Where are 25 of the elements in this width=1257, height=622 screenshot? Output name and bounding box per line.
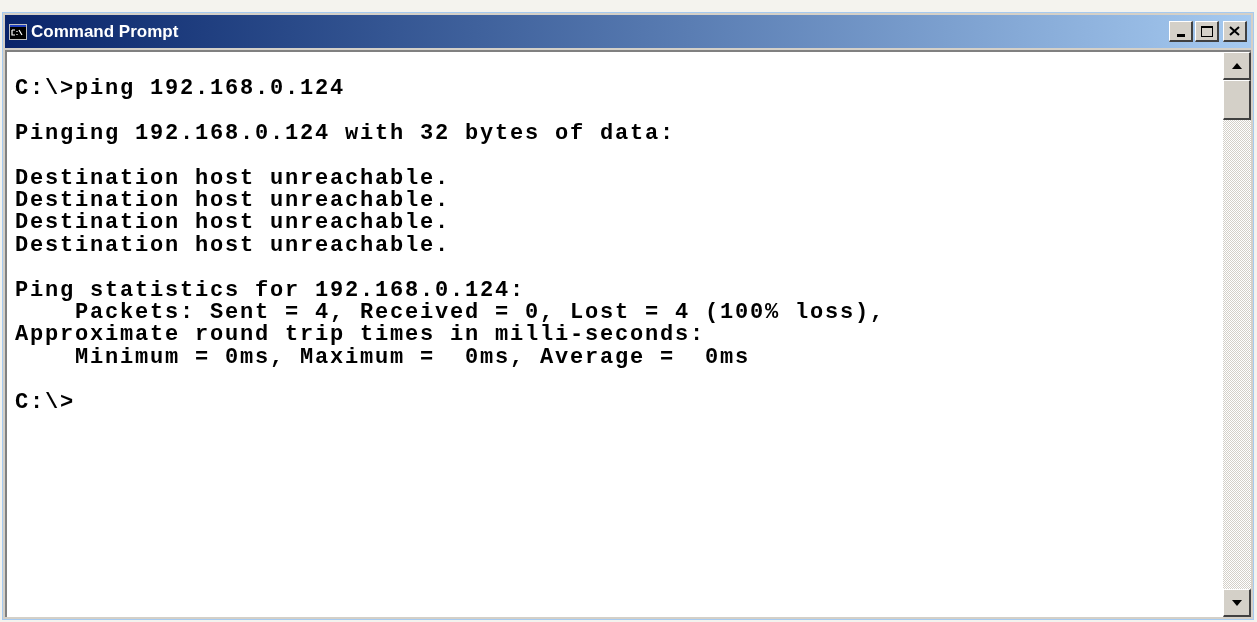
- maximize-button[interactable]: [1195, 21, 1219, 42]
- scrollbar-thumb[interactable]: [1223, 80, 1251, 120]
- console-line: Pinging 192.168.0.124 with 32 bytes of data:: [15, 122, 676, 146]
- close-icon: [1229, 26, 1240, 36]
- console-line: Packets: Sent = 4, Received = 0, Lost = 4 (100% loss),: [75, 302, 886, 325]
- window-title: Command Prompt: [31, 20, 179, 43]
- up-arrow-icon: [1231, 62, 1242, 69]
- minimize-button[interactable]: [1169, 21, 1193, 42]
- console-app-icon: [9, 23, 27, 40]
- close-button[interactable]: [1223, 21, 1247, 42]
- console-line: Minimum = 0ms, Maximum = 0ms, Average = 0ms: [75, 346, 751, 370]
- console-line: Destination host unreachable.: [15, 234, 451, 258]
- console-line: C:\>ping 192.168.0.124: [15, 78, 346, 101]
- scroll-up-button[interactable]: [1223, 52, 1251, 80]
- down-arrow-icon: [1231, 599, 1242, 606]
- console-line: Destination host unreachable.: [15, 167, 451, 190]
- console-line: Approximate round trip times in milli-seconds:: [15, 324, 706, 347]
- minimize-icon: [1176, 34, 1185, 37]
- console-line: Destination host unreachable.: [15, 212, 451, 235]
- console-line: Destination host unreachable.: [15, 190, 451, 213]
- scroll-down-button[interactable]: [1223, 589, 1251, 617]
- console-line: C:\>: [15, 391, 75, 415]
- scrollbar[interactable]: [1223, 52, 1251, 617]
- maximize-icon: [1200, 25, 1213, 37]
- console-line: Ping statistics for 192.168.0.124:: [15, 279, 526, 302]
